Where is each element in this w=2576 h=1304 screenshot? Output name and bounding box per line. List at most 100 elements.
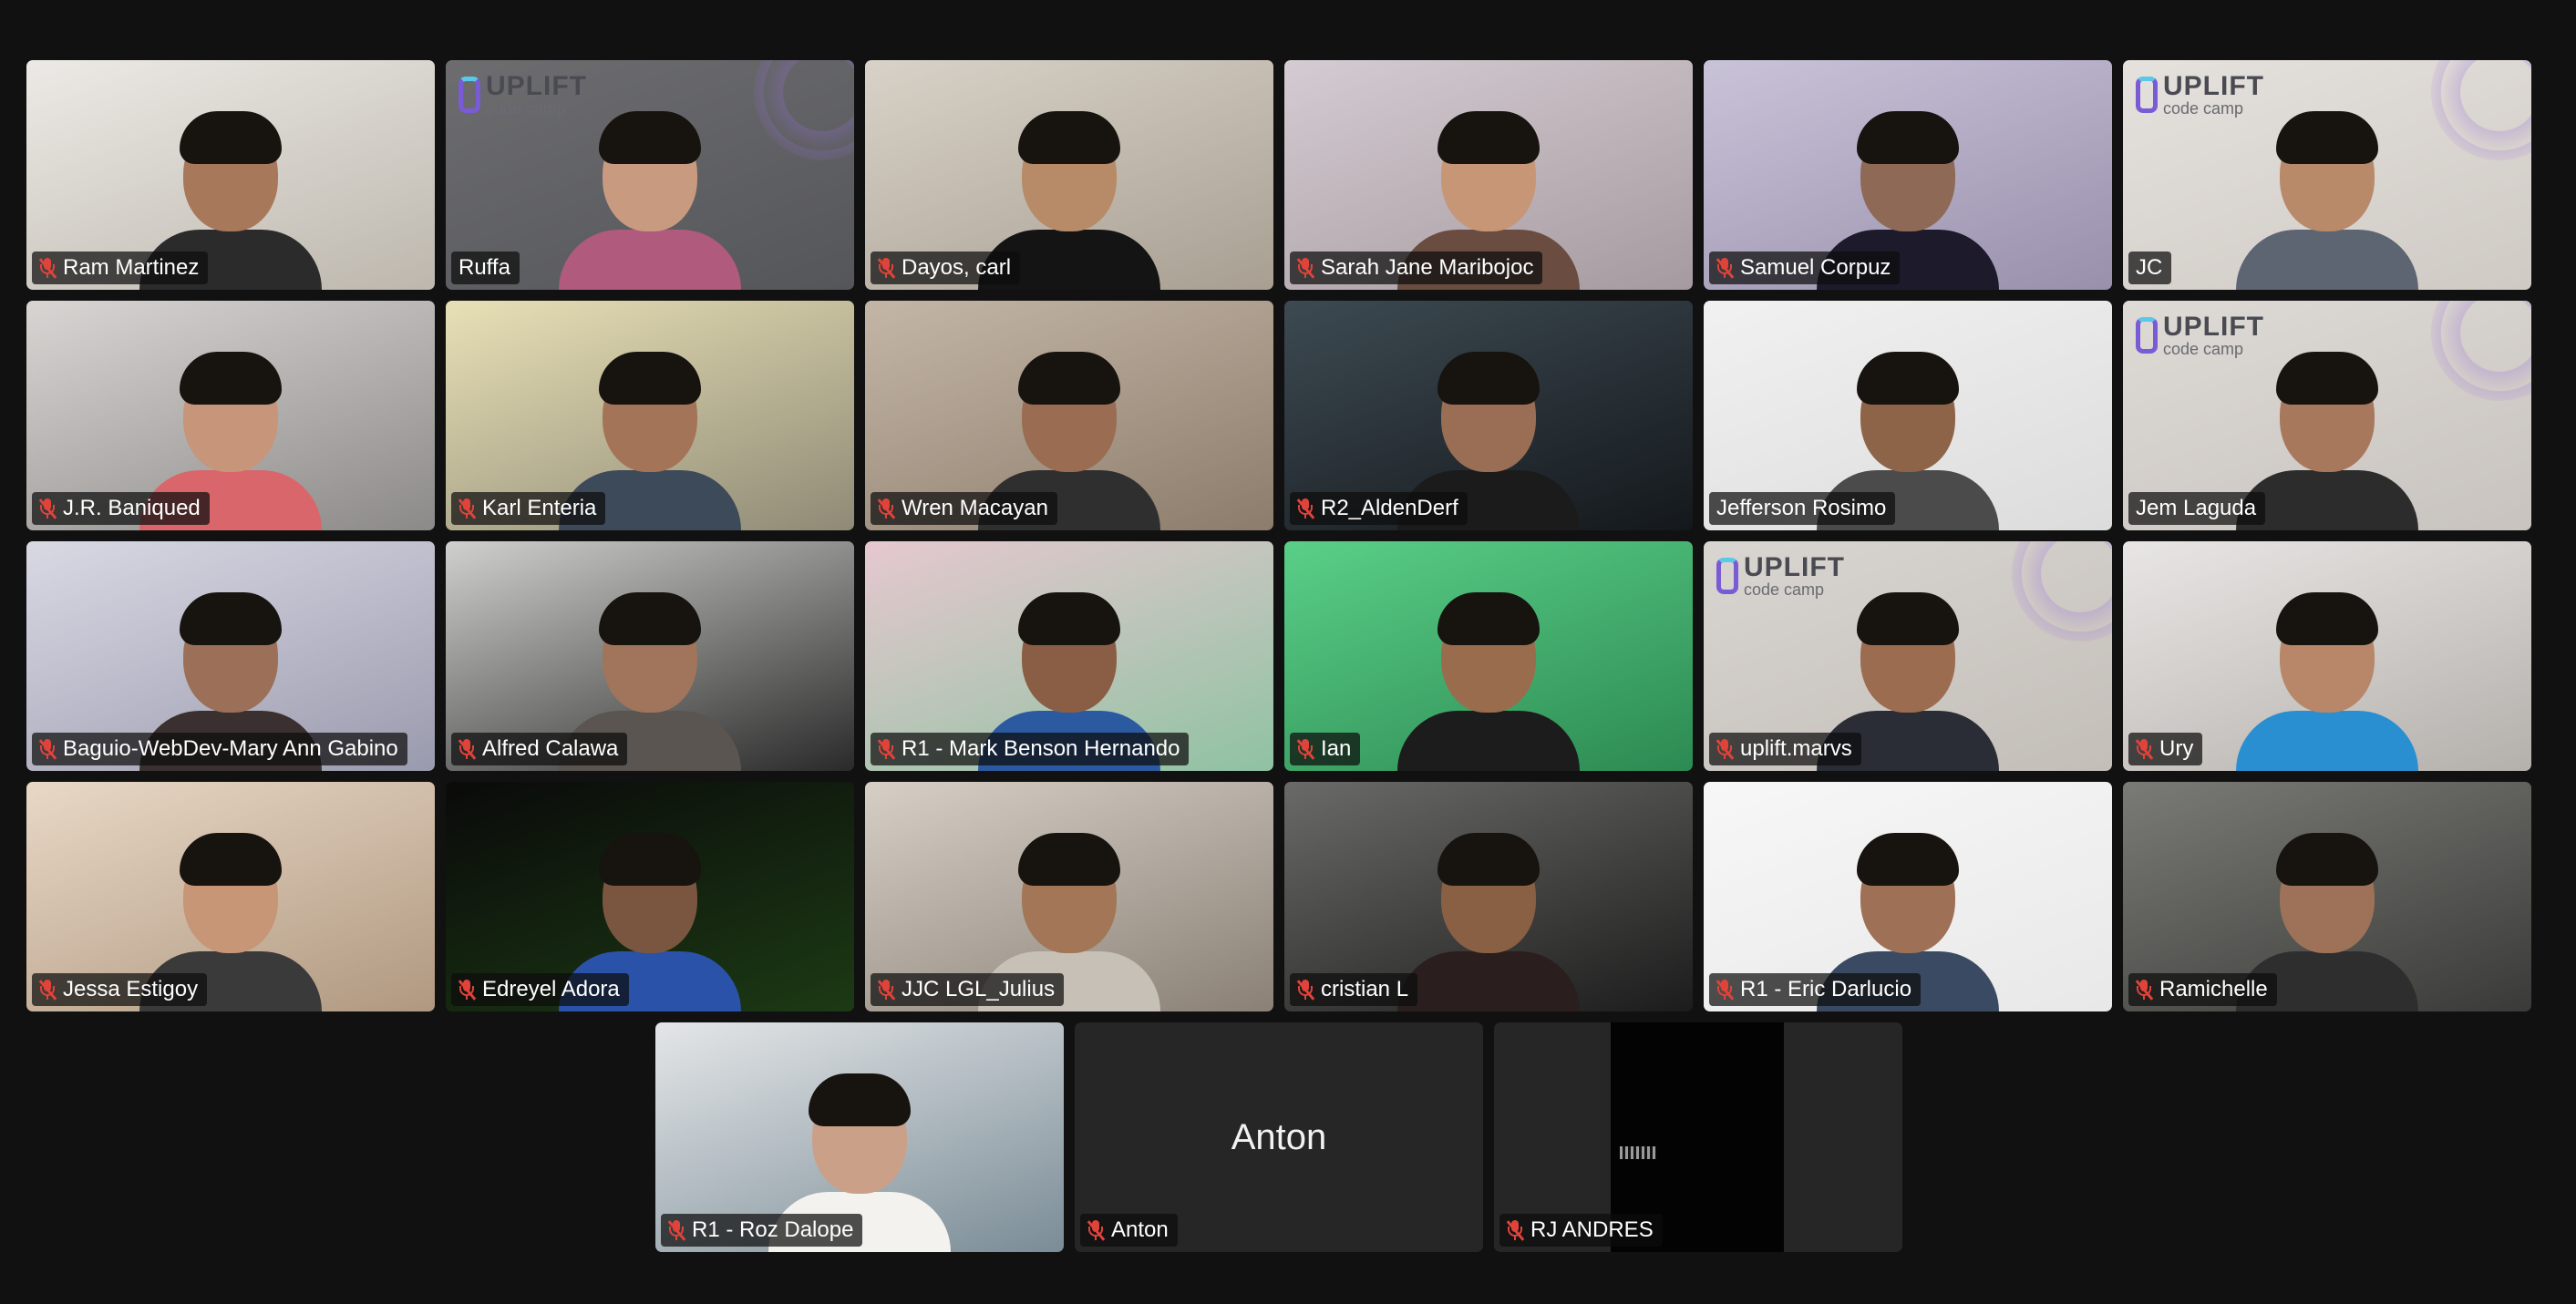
participant-name-label: JC bbox=[2128, 252, 2172, 284]
participant-tile[interactable]: UPLIFT code camp Ruffa bbox=[446, 60, 854, 290]
uplift-logo-mark bbox=[459, 77, 480, 113]
participant-name: Jessa Estigoy bbox=[63, 977, 199, 1001]
participant-silhouette bbox=[559, 98, 741, 290]
participant-name-label: R1 - Eric Darlucio bbox=[1709, 973, 1922, 1006]
video-gallery: Ram Martinez UPLIFT code camp Ruffa Dayos, c… bbox=[0, 0, 2576, 1304]
participant-tile[interactable]: UPLIFT code camp JC bbox=[2123, 60, 2531, 290]
mic-muted-icon bbox=[1716, 738, 1735, 760]
participant-tile[interactable]: Jefferson Rosimo bbox=[1704, 301, 2112, 530]
mic-muted-icon bbox=[38, 979, 57, 1001]
participant-name-label: Ramichelle bbox=[2128, 973, 2277, 1006]
participant-name-label: Sarah Jane Maribojoc bbox=[1290, 252, 1543, 284]
participant-tile[interactable]: Jessa Estigoy bbox=[26, 782, 435, 1011]
participant-tile[interactable]: Alfred Calawa bbox=[446, 541, 854, 771]
participant-tile[interactable]: RJ ANDRES bbox=[1494, 1022, 1902, 1252]
participant-tile[interactable]: Dayos, carl bbox=[865, 60, 1273, 290]
participant-tile[interactable]: Baguio-WebDev-Mary Ann Gabino bbox=[26, 541, 435, 771]
brand-title: UPLIFT bbox=[2163, 71, 2264, 101]
mic-muted-icon bbox=[38, 498, 57, 519]
participant-name: cristian L bbox=[1321, 977, 1409, 1001]
participant-name: Wren Macayan bbox=[902, 496, 1048, 520]
participant-tile[interactable]: Karl Enteria bbox=[446, 301, 854, 530]
participant-tile[interactable]: J.R. Baniqued bbox=[26, 301, 435, 530]
mic-muted-icon bbox=[1296, 498, 1315, 519]
uplift-logo-mark bbox=[1716, 558, 1738, 594]
participant-tile[interactable]: R1 - Eric Darlucio bbox=[1704, 782, 2112, 1011]
participant-silhouette bbox=[2236, 580, 2418, 771]
participant-name: Baguio-WebDev-Mary Ann Gabino bbox=[63, 736, 398, 761]
mic-muted-icon bbox=[458, 498, 477, 519]
participant-name: J.R. Baniqued bbox=[63, 496, 201, 520]
participant-name: Ury bbox=[2159, 736, 2194, 761]
participant-tile[interactable]: Edreyel Adora bbox=[446, 782, 854, 1011]
participant-name: JC bbox=[2136, 255, 2163, 280]
mic-muted-icon bbox=[458, 738, 477, 760]
participant-name: Alfred Calawa bbox=[482, 736, 619, 761]
participant-tile[interactable]: cristian L bbox=[1284, 782, 1693, 1011]
participant-name: uplift.marvs bbox=[1740, 736, 1852, 761]
participant-name-label: uplift.marvs bbox=[1709, 733, 1861, 765]
participant-tile[interactable]: R1 - Roz Dalope bbox=[655, 1022, 1064, 1252]
mic-muted-icon bbox=[1296, 738, 1315, 760]
participant-name-label: Baguio-WebDev-Mary Ann Gabino bbox=[32, 733, 407, 765]
participant-name: JJC LGL_Julius bbox=[902, 977, 1056, 1001]
participant-name: Ian bbox=[1321, 736, 1352, 761]
participant-tile[interactable]: R2_AldenDerf bbox=[1284, 301, 1693, 530]
participant-tile[interactable]: Ian bbox=[1284, 541, 1693, 771]
participant-tile[interactable]: UPLIFT code camp uplift.marvs bbox=[1704, 541, 2112, 771]
participant-name: R1 - Eric Darlucio bbox=[1740, 977, 1912, 1001]
participant-name-label: Wren Macayan bbox=[871, 492, 1057, 525]
participant-tile[interactable]: Ramichelle bbox=[2123, 782, 2531, 1011]
participant-name: R2_AldenDerf bbox=[1321, 496, 1458, 520]
participant-name: Edreyel Adora bbox=[482, 977, 620, 1001]
participant-name: RJ ANDRES bbox=[1530, 1217, 1654, 1242]
participant-tile[interactable]: Sarah Jane Maribojoc bbox=[1284, 60, 1693, 290]
participant-name-label: Jem Laguda bbox=[2128, 492, 2266, 525]
participant-name-label: Ian bbox=[1290, 733, 1361, 765]
brand-title: UPLIFT bbox=[486, 71, 587, 101]
participant-silhouette bbox=[1397, 820, 1580, 1011]
participant-name-label: Ram Martinez bbox=[32, 252, 209, 284]
uplift-logo-mark bbox=[2136, 317, 2158, 354]
participant-name: Karl Enteria bbox=[482, 496, 597, 520]
mic-muted-icon bbox=[877, 257, 896, 279]
participant-name-label: R1 - Roz Dalope bbox=[661, 1214, 863, 1247]
participant-name-label: Ury bbox=[2128, 733, 2203, 765]
participant-tile[interactable]: Ram Martinez bbox=[26, 60, 435, 290]
participant-tile[interactable]: UPLIFT code camp Jem Laguda bbox=[2123, 301, 2531, 530]
mic-muted-icon bbox=[458, 979, 477, 1001]
participant-tile[interactable]: Wren Macayan bbox=[865, 301, 1273, 530]
participant-name-label: R2_AldenDerf bbox=[1290, 492, 1468, 525]
participant-name: Samuel Corpuz bbox=[1740, 255, 1891, 280]
uplift-logo-mark bbox=[2136, 77, 2158, 113]
participant-name: Ram Martinez bbox=[63, 255, 200, 280]
brand-title: UPLIFT bbox=[2163, 312, 2264, 342]
participant-silhouette bbox=[1397, 580, 1580, 771]
participant-name-label: R1 - Mark Benson Hernando bbox=[871, 733, 1190, 765]
mic-muted-icon bbox=[1296, 257, 1315, 279]
brand-title: UPLIFT bbox=[1744, 552, 1845, 582]
mic-muted-icon bbox=[2135, 738, 2154, 760]
participant-name-label: Alfred Calawa bbox=[451, 733, 628, 765]
participant-tile[interactable]: Samuel Corpuz bbox=[1704, 60, 2112, 290]
participant-name-label: Dayos, carl bbox=[871, 252, 1021, 284]
participant-name-label: Jessa Estigoy bbox=[32, 973, 208, 1006]
mic-muted-icon bbox=[38, 257, 57, 279]
participant-tile[interactable]: JJC LGL_Julius bbox=[865, 782, 1273, 1011]
participant-name-label: J.R. Baniqued bbox=[32, 492, 210, 525]
mic-muted-icon bbox=[877, 498, 896, 519]
participant-name: Jem Laguda bbox=[2136, 496, 2257, 520]
mic-muted-icon bbox=[38, 738, 57, 760]
participant-tile[interactable]: Ury bbox=[2123, 541, 2531, 771]
participant-name-label: Karl Enteria bbox=[451, 492, 606, 525]
dim-lights bbox=[1620, 1146, 1656, 1159]
mic-muted-icon bbox=[2135, 979, 2154, 1001]
participant-tile[interactable]: Anton Anton bbox=[1075, 1022, 1483, 1252]
participant-name-label: Samuel Corpuz bbox=[1709, 252, 1901, 284]
mic-muted-icon bbox=[1716, 257, 1735, 279]
participant-tile[interactable]: R1 - Mark Benson Hernando bbox=[865, 541, 1273, 771]
mic-muted-icon bbox=[877, 738, 896, 760]
mic-muted-icon bbox=[667, 1219, 686, 1241]
participant-name: Dayos, carl bbox=[902, 255, 1012, 280]
participant-name: R1 - Mark Benson Hernando bbox=[902, 736, 1180, 761]
